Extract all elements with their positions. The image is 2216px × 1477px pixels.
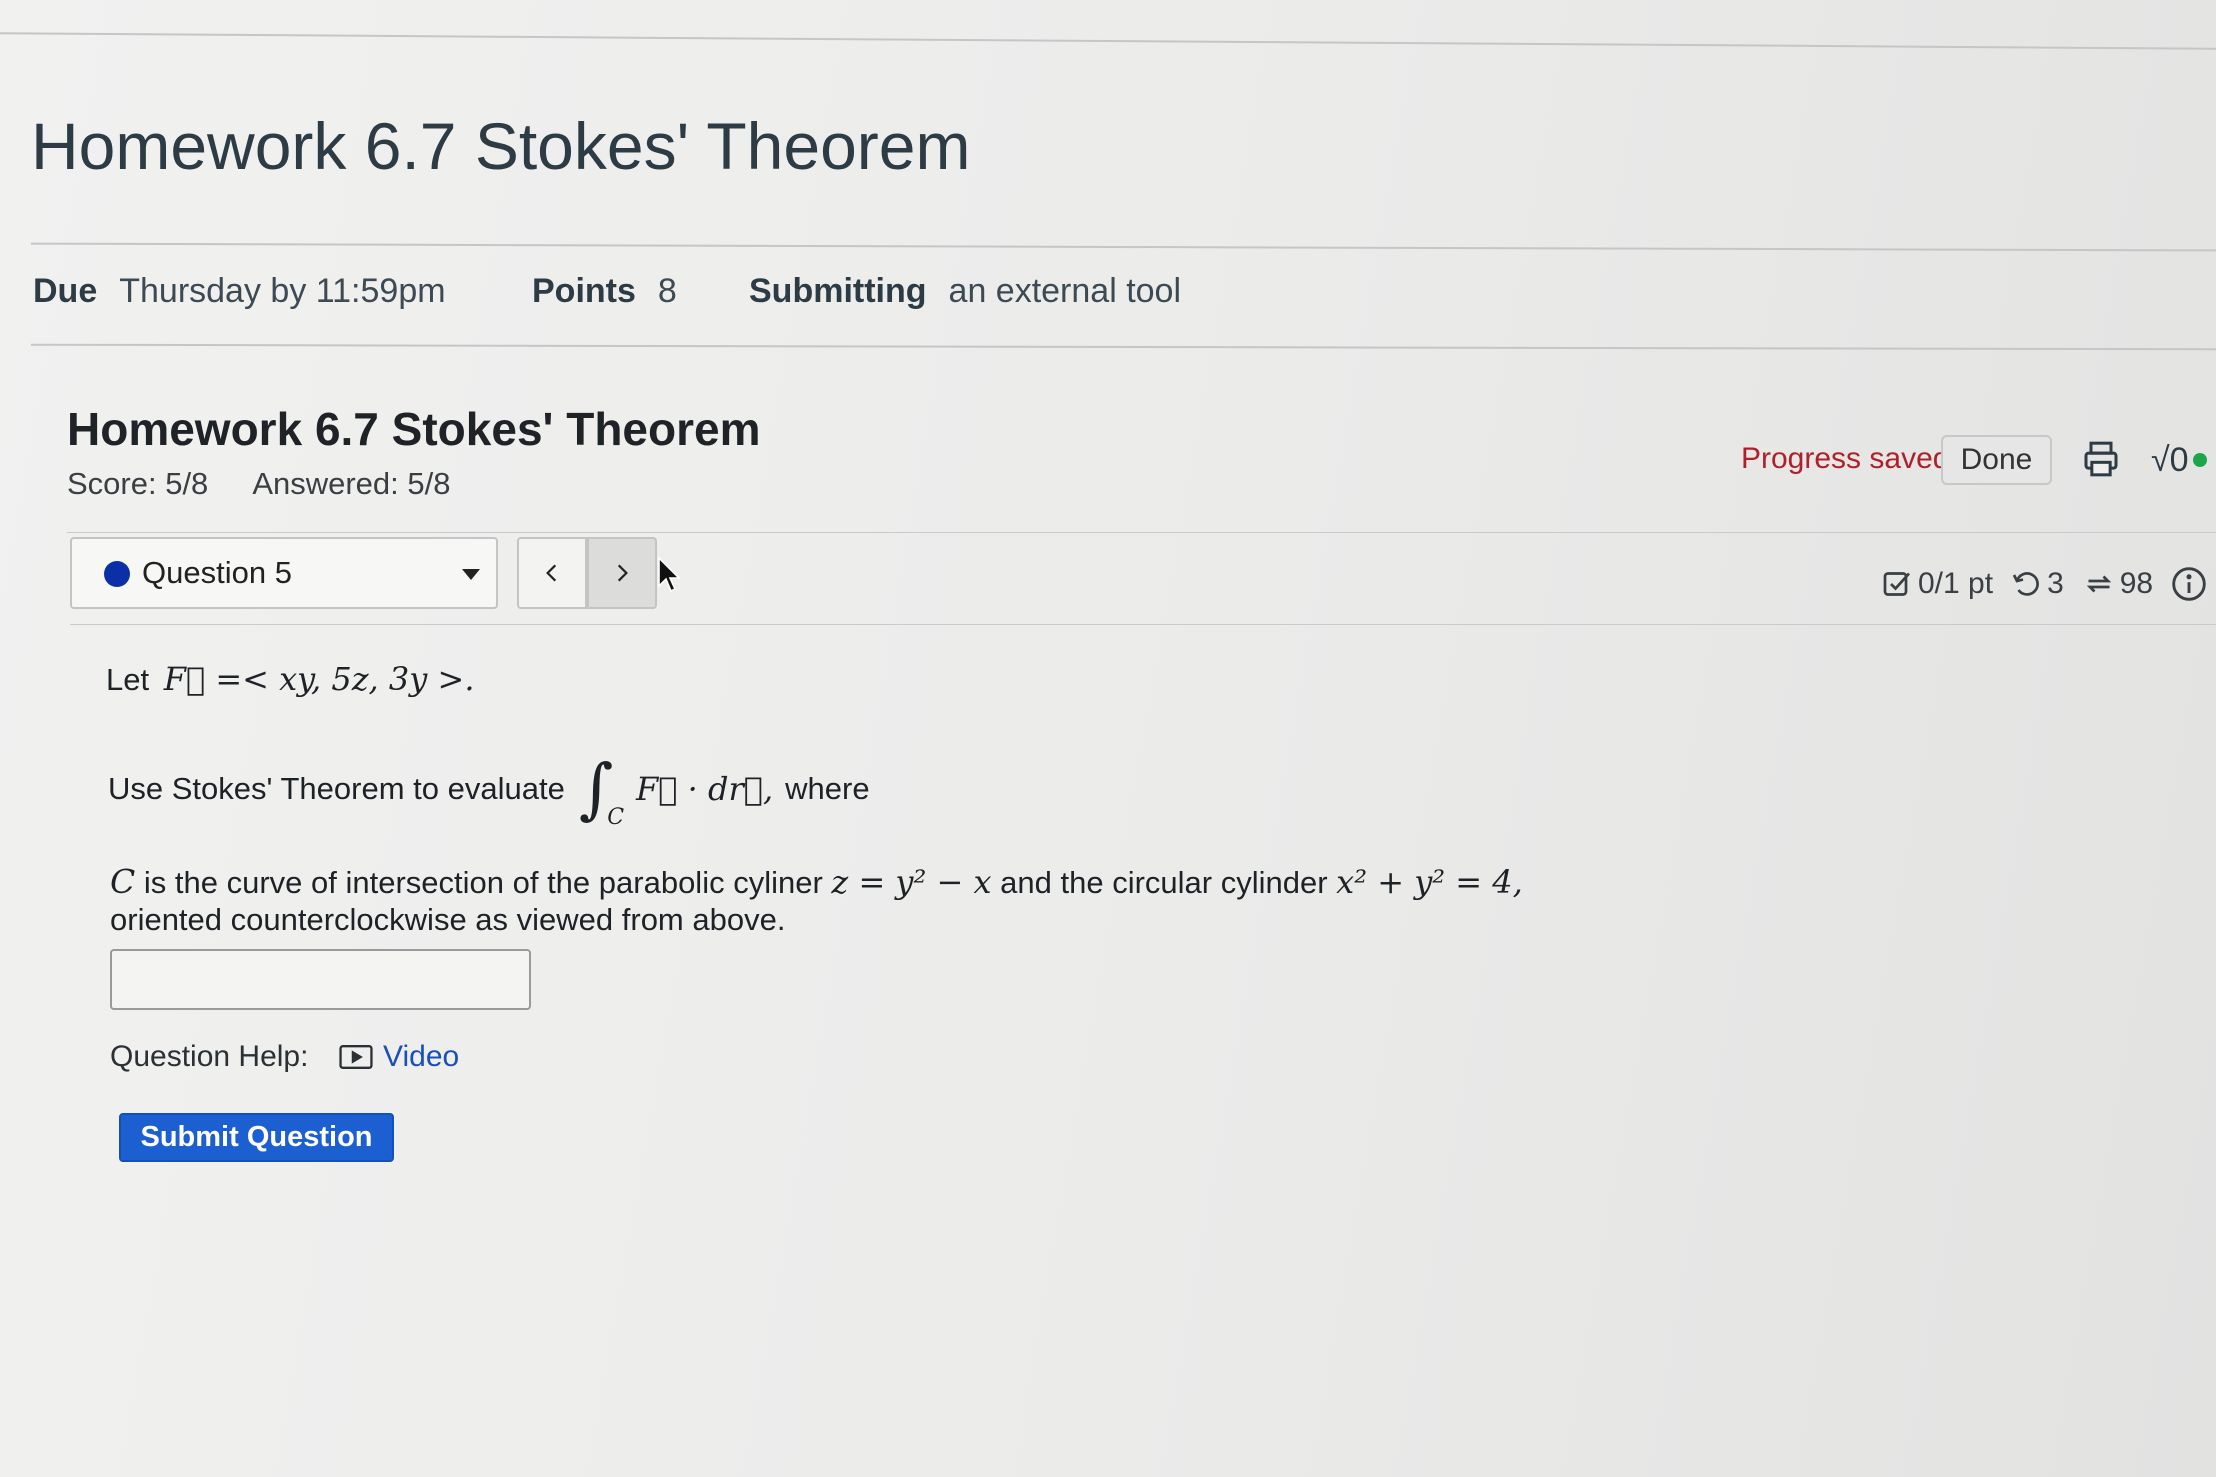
mouse-cursor bbox=[657, 556, 681, 599]
retries-stat: 3 bbox=[2047, 567, 2064, 600]
answered-text: Answered: 5/8 bbox=[252, 466, 451, 501]
question-select[interactable]: Question 5 bbox=[70, 537, 498, 609]
let-prefix: Let bbox=[106, 662, 150, 697]
integrand: F⃗ · dr⃗, bbox=[636, 770, 774, 808]
attempts-icon bbox=[2086, 575, 2112, 593]
question-status-dot bbox=[104, 561, 130, 587]
sqrt-icon: √0 bbox=[2151, 440, 2189, 479]
score-line: Score: 5/8 Answered: 5/8 bbox=[67, 466, 450, 502]
points-meta: Points 8 bbox=[532, 272, 677, 311]
next-question-button[interactable] bbox=[587, 537, 657, 609]
print-button[interactable] bbox=[2079, 437, 2123, 481]
surface-equation: z = y² − x bbox=[831, 863, 992, 901]
instruction-text: Use Stokes' Theorem to evaluate bbox=[108, 771, 565, 806]
meta-divider bbox=[31, 343, 2216, 351]
due-value: Thursday by 11:59pm bbox=[119, 272, 446, 310]
attempts-stat: 98 bbox=[2119, 567, 2154, 600]
curve-description-line2: oriented counterclockwise as viewed from… bbox=[110, 902, 786, 937]
question-select-label: Question 5 bbox=[142, 555, 292, 590]
assignment-title: Homework 6.7 Stokes' Theorem bbox=[67, 403, 761, 455]
points-label: Points bbox=[532, 272, 636, 310]
curve-description-line1: C is the curve of intersection of the pa… bbox=[110, 862, 1523, 901]
retry-icon bbox=[2012, 572, 2039, 596]
previous-question-button[interactable] bbox=[517, 537, 587, 609]
submit-question-button[interactable]: Submit Question bbox=[119, 1113, 394, 1162]
curve-symbol: C bbox=[110, 862, 136, 901]
question-divider bbox=[70, 624, 2216, 625]
field-definition: Let F⃗ =< xy, 5z, 3y >. bbox=[106, 660, 474, 698]
answer-input[interactable] bbox=[110, 949, 531, 1010]
page-title: Homework 6.7 Stokes' Theorem bbox=[31, 109, 971, 183]
caret-down-icon bbox=[462, 569, 480, 580]
video-icon bbox=[339, 1045, 373, 1069]
cylinder-equation: x² + y² = 4, bbox=[1336, 863, 1523, 901]
chevron-left-icon bbox=[546, 564, 557, 582]
submitting-value: an external tool bbox=[948, 272, 1182, 310]
score-text: Score: 5/8 bbox=[67, 466, 209, 501]
points-value: 8 bbox=[657, 272, 677, 310]
print-icon bbox=[2084, 441, 2118, 477]
curve-text-b: and the circular cylinder bbox=[1000, 865, 1328, 900]
integral-subscript: C bbox=[607, 805, 625, 830]
status-dot bbox=[2192, 453, 2207, 467]
question-stats: 0/1 pt 3 98 bbox=[1882, 566, 2207, 602]
curve-text-a: is the curve of intersection of the para… bbox=[143, 865, 823, 900]
question-help-label: Question Help: bbox=[110, 1040, 309, 1073]
checkbox-icon bbox=[1883, 572, 1911, 596]
done-button[interactable]: Done bbox=[1941, 435, 2052, 485]
submitting-meta: Submitting an external tool bbox=[749, 272, 1181, 311]
progress-status: Progress saved bbox=[1741, 442, 1950, 475]
due-meta: Due Thursday by 11:59pm bbox=[33, 272, 446, 311]
submitting-label: Submitting bbox=[749, 272, 927, 310]
tool-divider bbox=[67, 532, 2216, 533]
where-text: where bbox=[785, 771, 870, 806]
chevron-right-icon bbox=[617, 564, 628, 582]
instruction-line: Use Stokes' Theorem to evaluate ∫ C F⃗ ·… bbox=[108, 756, 870, 831]
top-divider bbox=[0, 32, 2216, 50]
points-stat: 0/1 pt bbox=[1918, 567, 1994, 600]
video-link-label: Video bbox=[383, 1040, 460, 1073]
info-icon[interactable] bbox=[2171, 566, 2207, 602]
title-divider bbox=[31, 242, 2216, 252]
due-label: Due bbox=[33, 272, 98, 310]
vector-field-expression: F⃗ =< xy, 5z, 3y >. bbox=[163, 660, 475, 698]
math-entry-button[interactable]: √0 bbox=[2151, 437, 2207, 483]
video-link[interactable]: Video bbox=[339, 1040, 459, 1074]
